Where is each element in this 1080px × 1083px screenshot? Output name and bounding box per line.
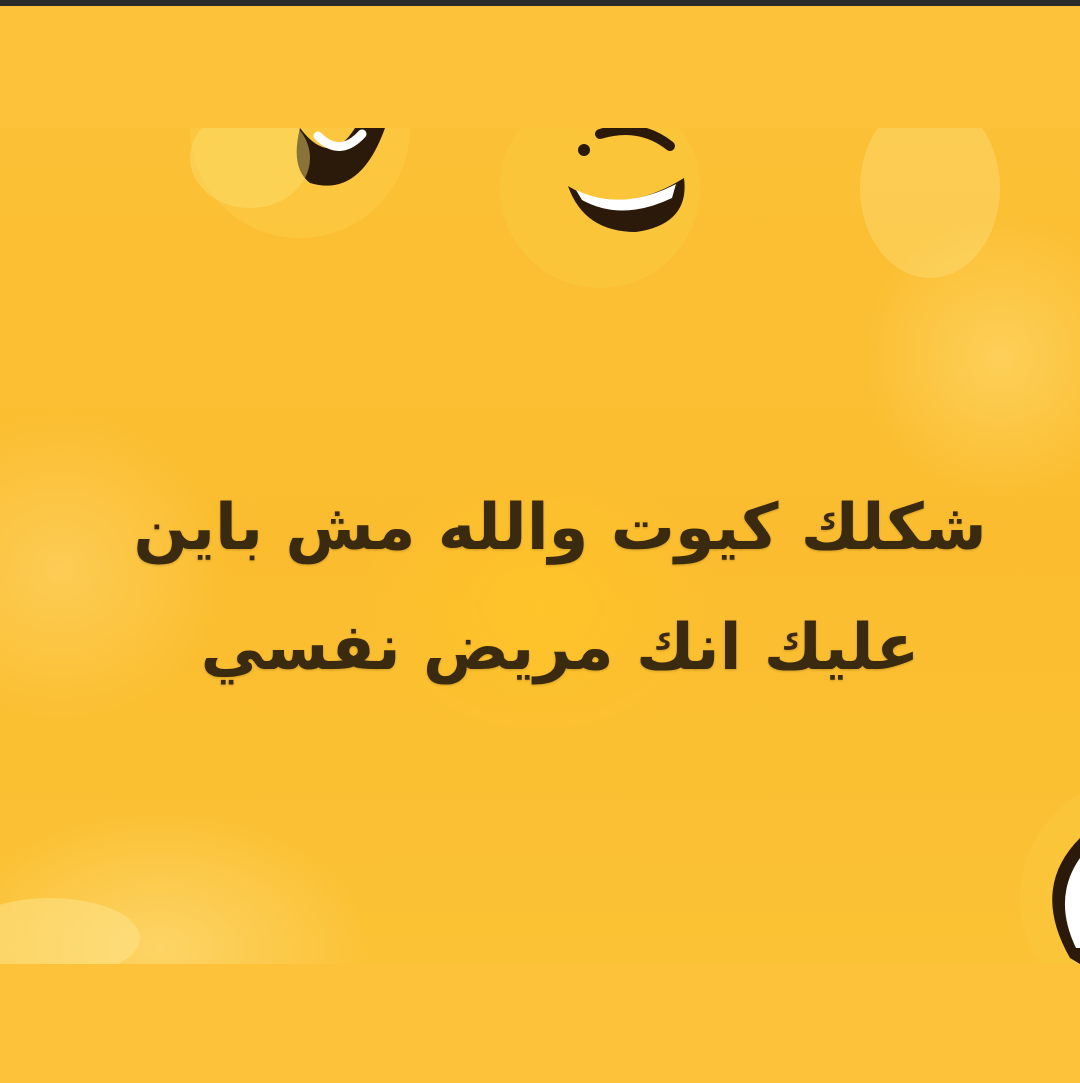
meme-image: شكلك كيوت والله مش باين عليك انك مريض نف… [0, 128, 1080, 964]
status-bar-strip [0, 0, 1080, 6]
meme-caption: شكلك كيوت والله مش باين عليك انك مريض نف… [60, 468, 1060, 708]
bottom-band [0, 964, 1080, 1083]
caption-line-2: عليك انك مريض نفسي [200, 611, 920, 685]
caption-line-1: شكلك كيوت والله مش باين [133, 491, 987, 565]
laughing-emoji-icon [500, 128, 700, 288]
laughing-emoji-icon [1020, 794, 1080, 964]
meme-post: شكلك كيوت والله مش باين عليك انك مريض نف… [0, 0, 1080, 1083]
